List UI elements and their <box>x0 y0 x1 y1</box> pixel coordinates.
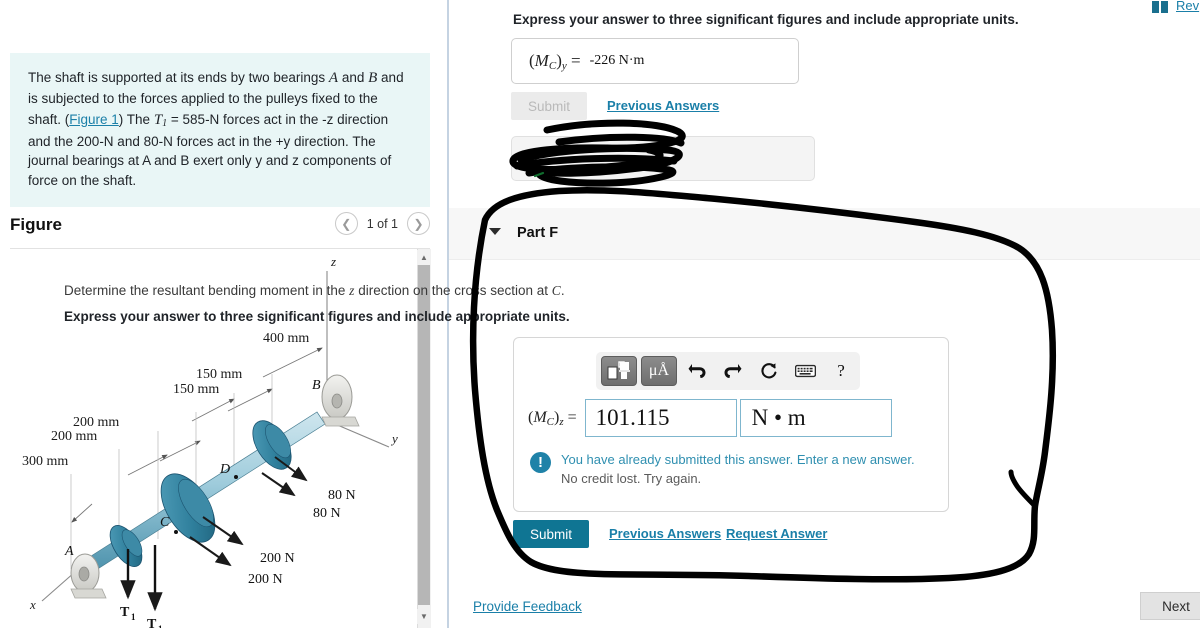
part-f-equals-sign: = <box>567 408 577 426</box>
svg-text:C: C <box>160 515 170 530</box>
part-f-question-text: Determine the resultant bending moment i… <box>64 283 565 299</box>
part-f-question-point: C <box>551 283 561 298</box>
figure-title: Figure <box>10 215 62 234</box>
figure-navigation: ❮ 1 of 1 ❯ <box>334 212 430 235</box>
svg-text:200 N: 200 N <box>248 572 283 587</box>
part-f-feedback-line-1: You have already submitted this answer. … <box>561 452 915 467</box>
part-e-answer-label: (MC)y = <box>529 50 581 72</box>
scroll-up-arrow-icon[interactable]: ▲ <box>417 250 431 265</box>
book-review-icon[interactable] <box>1152 1 1168 13</box>
problem-statement-text: The shaft is supported at its ends by tw… <box>28 67 412 191</box>
part-f-label-m: M <box>533 408 547 426</box>
part-f-answer-input[interactable]: 101.115 <box>584 399 737 437</box>
part-f-title: Part F <box>517 225 559 241</box>
part-f-label-comp-z: z <box>559 415 564 428</box>
micro-angstrom-units-icon[interactable]: μÅ <box>641 356 677 386</box>
svg-text:80 N: 80 N <box>328 488 356 503</box>
keyboard-icon[interactable] <box>789 356 821 386</box>
help-label: ? <box>837 361 845 380</box>
svg-text:400 mm: 400 mm <box>263 331 309 346</box>
svg-text:300 mm: 300 mm <box>22 454 68 469</box>
svg-text:1: 1 <box>158 624 163 628</box>
question-mark-icon[interactable]: ? <box>825 356 857 386</box>
problem-text-part-4: ) The <box>118 111 154 127</box>
svg-text:1: 1 <box>131 612 136 622</box>
svg-text:200 N: 200 N <box>260 551 295 566</box>
part-f-answer-card: μÅ ? (MC)z = 101.115 N • m ! You have al… <box>513 337 949 512</box>
math-template-icon[interactable] <box>601 356 637 386</box>
part-e-feedback-box-redacted <box>511 136 815 181</box>
svg-text:D: D <box>219 462 230 477</box>
svg-text:200 mm: 200 mm <box>51 429 97 444</box>
svg-text:T: T <box>120 605 130 620</box>
caret-down-icon[interactable] <box>489 228 501 235</box>
reset-circular-arrow-icon[interactable] <box>753 356 785 386</box>
part-f-header[interactable]: Part F <box>449 208 1200 260</box>
redo-arrow-icon[interactable] <box>717 356 749 386</box>
part-f-question-middle: direction on the cross section at <box>354 283 552 298</box>
math-editor-toolbar: μÅ ? <box>596 352 860 390</box>
part-e-equals-sign: = <box>571 50 581 70</box>
part-f-feedback-line-2: No credit lost. Try again. <box>561 470 702 486</box>
part-f-answer-label: (MC)z = <box>528 408 577 428</box>
figure-counter: 1 of 1 <box>366 216 398 231</box>
part-f-feedback-text: You have already submitted this answer. … <box>561 451 915 489</box>
part-e-answer-display: (MC)y = -226 N·m <box>511 38 799 84</box>
svg-text:80 N: 80 N <box>313 506 341 521</box>
svg-text:200 mm: 200 mm <box>73 415 119 430</box>
part-f-label-sub-c: C <box>546 415 554 428</box>
provide-feedback-link[interactable]: Provide Feedback <box>473 599 582 614</box>
part-e-sigfig-instruction: Express your answer to three significant… <box>513 12 1019 27</box>
part-f-question-prefix: Determine the resultant bending moment i… <box>64 283 350 298</box>
svg-text:A: A <box>64 544 74 559</box>
part-f-submit-button[interactable]: Submit <box>513 520 589 548</box>
part-f-previous-answers-link[interactable]: Previous Answers <box>609 526 721 541</box>
figure-viewport: z y x 400 mm 150 mm 150 mm 200 mm 200 mm… <box>10 249 430 628</box>
part-e-submit-button: Submit <box>511 92 587 120</box>
part-f-units-input[interactable]: N • m <box>739 399 892 437</box>
svg-text:z: z <box>330 254 336 269</box>
part-e-answer-value: -226 N·m <box>589 53 645 68</box>
scroll-down-arrow-icon[interactable]: ▼ <box>417 609 431 624</box>
exclamation-circle-icon: ! <box>530 452 551 473</box>
part-f-request-answer-link[interactable]: Request Answer <box>726 526 827 541</box>
problem-text-part-2: and <box>338 70 369 85</box>
undo-arrow-icon[interactable] <box>681 356 713 386</box>
tension-symbol: T <box>153 111 163 128</box>
problem-statement-box: The shaft is supported at its ends by tw… <box>10 53 430 208</box>
svg-text:B: B <box>312 378 321 393</box>
part-f-question-suffix: . <box>560 283 565 298</box>
chevron-right-icon[interactable]: ❯ <box>407 212 430 235</box>
svg-text:150 mm: 150 mm <box>173 382 219 397</box>
svg-text:x: x <box>29 597 36 612</box>
next-button[interactable]: Next <box>1140 592 1200 620</box>
figure-1-link[interactable]: Figure 1 <box>69 112 119 127</box>
svg-text:150 mm: 150 mm <box>196 367 242 382</box>
part-f-feedback: ! You have already submitted this answer… <box>530 451 915 489</box>
part-e-label-sub-c: C <box>548 59 557 72</box>
svg-text:y: y <box>390 431 398 446</box>
shaft-diagram: z y x 400 mm 150 mm 150 mm 200 mm 200 mm… <box>22 254 398 628</box>
bearing-label-a: A <box>328 70 339 86</box>
part-f-sigfig-instruction: Express your answer to three significant… <box>64 309 570 324</box>
bearing-label-b: B <box>368 70 378 86</box>
part-e-previous-answers-link[interactable]: Previous Answers <box>607 98 719 113</box>
problem-text-part-1: The shaft is supported at its ends by tw… <box>28 70 329 85</box>
chevron-left-icon[interactable]: ❮ <box>334 212 358 235</box>
part-e-label-m: M <box>534 50 549 70</box>
review-link[interactable]: Rev <box>1176 0 1199 13</box>
figure-header: Figure ❮ 1 of 1 ❯ <box>10 210 430 246</box>
svg-text:T: T <box>147 617 157 628</box>
part-e-label-comp-y: y <box>561 59 567 72</box>
part-f-answer-row: (MC)z = 101.115 N • m <box>528 399 892 437</box>
